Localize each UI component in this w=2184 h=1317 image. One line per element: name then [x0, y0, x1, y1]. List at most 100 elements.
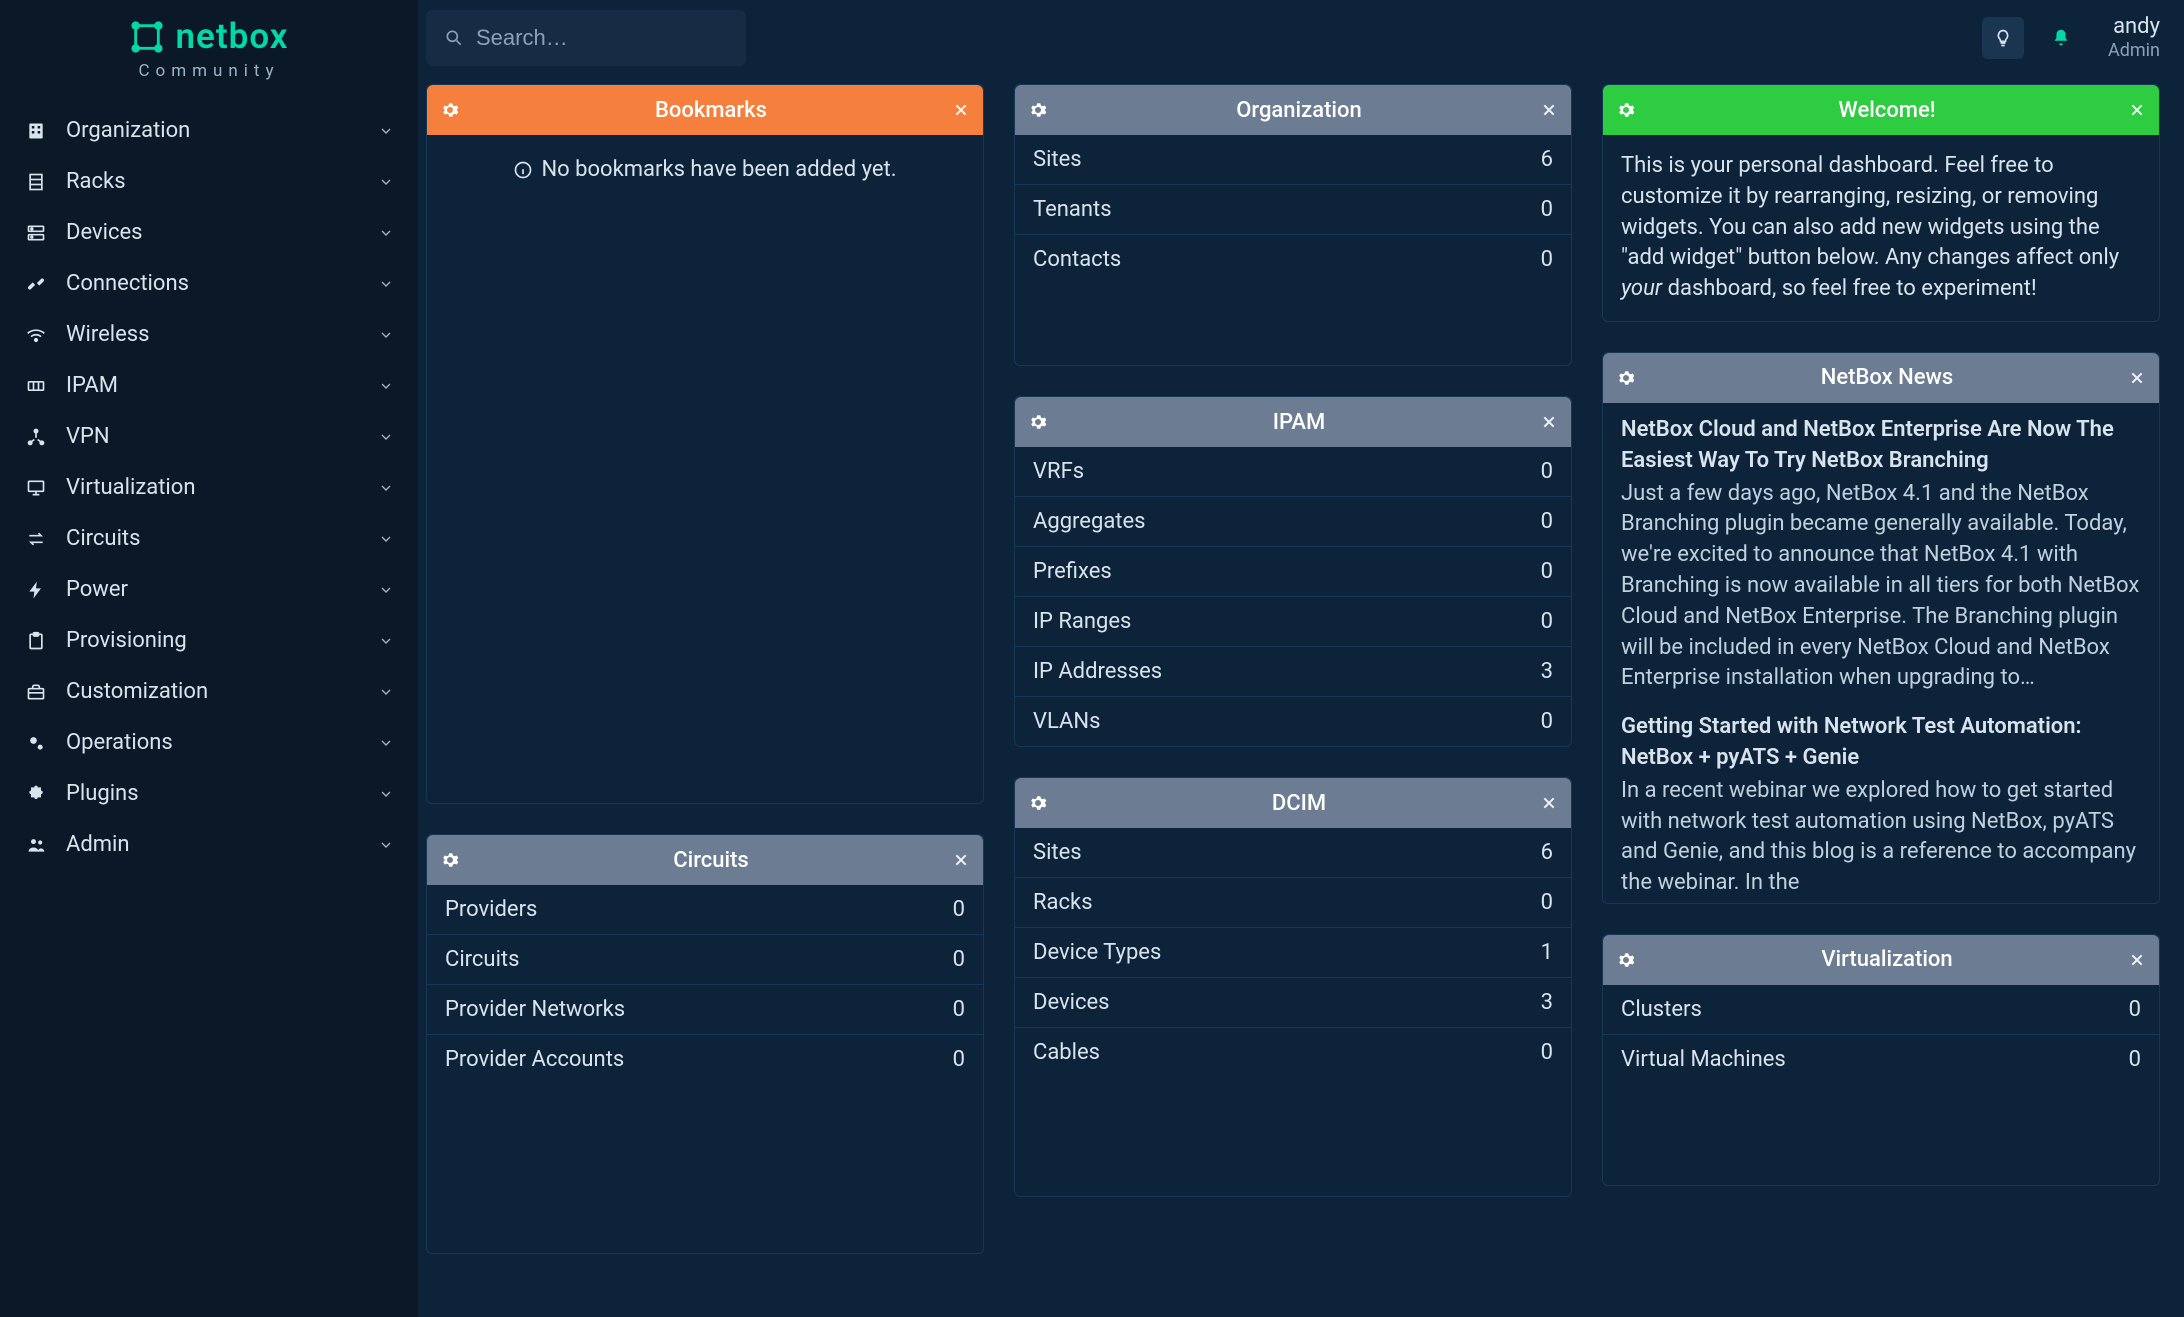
monitor-icon [24, 476, 48, 500]
widget-organization: Organization Sites6 Tenants0 Contacts0 [1014, 84, 1572, 366]
list-item[interactable]: Cables0 [1015, 1027, 1571, 1077]
list-item[interactable]: Devices3 [1015, 977, 1571, 1027]
gear-icon[interactable] [1029, 101, 1047, 119]
search-input[interactable] [476, 25, 728, 51]
plug-icon [24, 272, 48, 296]
topbar: andy Admin [418, 0, 2184, 76]
widget-header[interactable]: Virtualization [1603, 935, 2159, 985]
widget-title: Bookmarks [469, 98, 953, 123]
chevron-down-icon [378, 225, 394, 241]
gear-icon[interactable] [1617, 101, 1635, 119]
gear-icon[interactable] [1617, 369, 1635, 387]
nav-item-customization[interactable]: Customization [0, 666, 418, 717]
nav-item-ipam[interactable]: IPAM [0, 360, 418, 411]
list-item[interactable]: IP Ranges0 [1015, 596, 1571, 646]
nav-label: Plugins [66, 781, 378, 806]
nav-item-devices[interactable]: Devices [0, 207, 418, 258]
widget-title: Welcome! [1645, 98, 2129, 123]
list-item[interactable]: Sites6 [1015, 828, 1571, 877]
list-item[interactable]: IP Addresses3 [1015, 646, 1571, 696]
search-box[interactable] [426, 10, 746, 66]
logo-subtitle: Community [138, 61, 279, 81]
close-icon[interactable] [953, 102, 969, 118]
chevron-down-icon [378, 837, 394, 853]
nav-item-admin[interactable]: Admin [0, 819, 418, 870]
close-icon[interactable] [1541, 795, 1557, 811]
widget-header[interactable]: Bookmarks [427, 85, 983, 135]
nav-item-operations[interactable]: Operations [0, 717, 418, 768]
nav-label: IPAM [66, 373, 378, 398]
lightbulb-icon [1993, 28, 2013, 48]
nav-label: Power [66, 577, 378, 602]
list-item[interactable]: Provider Networks0 [427, 984, 983, 1034]
news-title: Getting Started with Network Test Automa… [1621, 712, 2141, 774]
list-item[interactable]: Racks0 [1015, 877, 1571, 927]
widget-title: NetBox News [1645, 365, 2129, 390]
chevron-down-icon [378, 429, 394, 445]
widget-circuits: Circuits Providers0 Circuits0 Provider N… [426, 834, 984, 1254]
close-icon[interactable] [2129, 102, 2145, 118]
widget-header[interactable]: Circuits [427, 835, 983, 885]
user-menu[interactable]: andy Admin [2108, 14, 2160, 62]
nav-item-power[interactable]: Power [0, 564, 418, 615]
chevron-down-icon [378, 582, 394, 598]
list-item[interactable]: Prefixes0 [1015, 546, 1571, 596]
chevron-down-icon [378, 123, 394, 139]
news-title: NetBox Cloud and NetBox Enterprise Are N… [1621, 415, 2141, 477]
widget-header[interactable]: Welcome! [1603, 85, 2159, 135]
chevron-down-icon [378, 531, 394, 547]
notifications-button[interactable] [2040, 17, 2082, 59]
close-icon[interactable] [1541, 102, 1557, 118]
widget-header[interactable]: DCIM [1015, 778, 1571, 828]
news-item[interactable]: Getting Started with Network Test Automa… [1621, 712, 2141, 899]
gear-icon[interactable] [441, 851, 459, 869]
nav-item-virtualization[interactable]: Virtualization [0, 462, 418, 513]
nav-item-racks[interactable]: Racks [0, 156, 418, 207]
main: andy Admin Bookmarks [418, 0, 2184, 1317]
nav-item-connections[interactable]: Connections [0, 258, 418, 309]
list-item[interactable]: VRFs0 [1015, 447, 1571, 496]
news-item[interactable]: NetBox Cloud and NetBox Enterprise Are N… [1621, 415, 2141, 694]
netbox-logo-icon [130, 20, 164, 54]
nav-item-organization[interactable]: Organization [0, 105, 418, 156]
widget-virtualization: Virtualization Clusters0 Virtual Machine… [1602, 934, 2160, 1186]
gear-icon[interactable] [1617, 951, 1635, 969]
gear-icon[interactable] [1029, 794, 1047, 812]
list-item[interactable]: Tenants0 [1015, 184, 1571, 234]
logo[interactable]: netbox Community [0, 10, 418, 81]
widget-title: Virtualization [1645, 947, 2129, 972]
list-item[interactable]: VLANs0 [1015, 696, 1571, 746]
list-item[interactable]: Providers0 [427, 885, 983, 934]
nav-item-circuits[interactable]: Circuits [0, 513, 418, 564]
theme-toggle-button[interactable] [1982, 17, 2024, 59]
nav-item-plugins[interactable]: Plugins [0, 768, 418, 819]
close-icon[interactable] [953, 852, 969, 868]
close-icon[interactable] [2129, 370, 2145, 386]
bolt-icon [24, 578, 48, 602]
gear-icon[interactable] [441, 101, 459, 119]
list-item[interactable]: Virtual Machines0 [1603, 1034, 2159, 1084]
nav-item-wireless[interactable]: Wireless [0, 309, 418, 360]
welcome-text: This is your personal dashboard. Feel fr… [1603, 135, 2159, 321]
list-item[interactable]: Circuits0 [427, 934, 983, 984]
widget-title: Organization [1057, 98, 1541, 123]
list-item[interactable]: Contacts0 [1015, 234, 1571, 284]
list-item[interactable]: Device Types1 [1015, 927, 1571, 977]
close-icon[interactable] [1541, 414, 1557, 430]
nav-item-provisioning[interactable]: Provisioning [0, 615, 418, 666]
widget-welcome: Welcome! This is your personal dashboard… [1602, 84, 2160, 322]
clipboard-icon [24, 629, 48, 653]
gear-icon[interactable] [1029, 413, 1047, 431]
nav-item-vpn[interactable]: VPN [0, 411, 418, 462]
widget-bookmarks: Bookmarks No bookmarks have been added y… [426, 84, 984, 804]
list-item[interactable]: Provider Accounts0 [427, 1034, 983, 1084]
widget-header[interactable]: IPAM [1015, 397, 1571, 447]
widget-header[interactable]: Organization [1015, 85, 1571, 135]
close-icon[interactable] [2129, 952, 2145, 968]
widget-header[interactable]: NetBox News [1603, 353, 2159, 403]
list-item[interactable]: Sites6 [1015, 135, 1571, 184]
list-item[interactable]: Clusters0 [1603, 985, 2159, 1034]
chevron-down-icon [378, 786, 394, 802]
news-list[interactable]: NetBox Cloud and NetBox Enterprise Are N… [1603, 403, 2159, 903]
list-item[interactable]: Aggregates0 [1015, 496, 1571, 546]
